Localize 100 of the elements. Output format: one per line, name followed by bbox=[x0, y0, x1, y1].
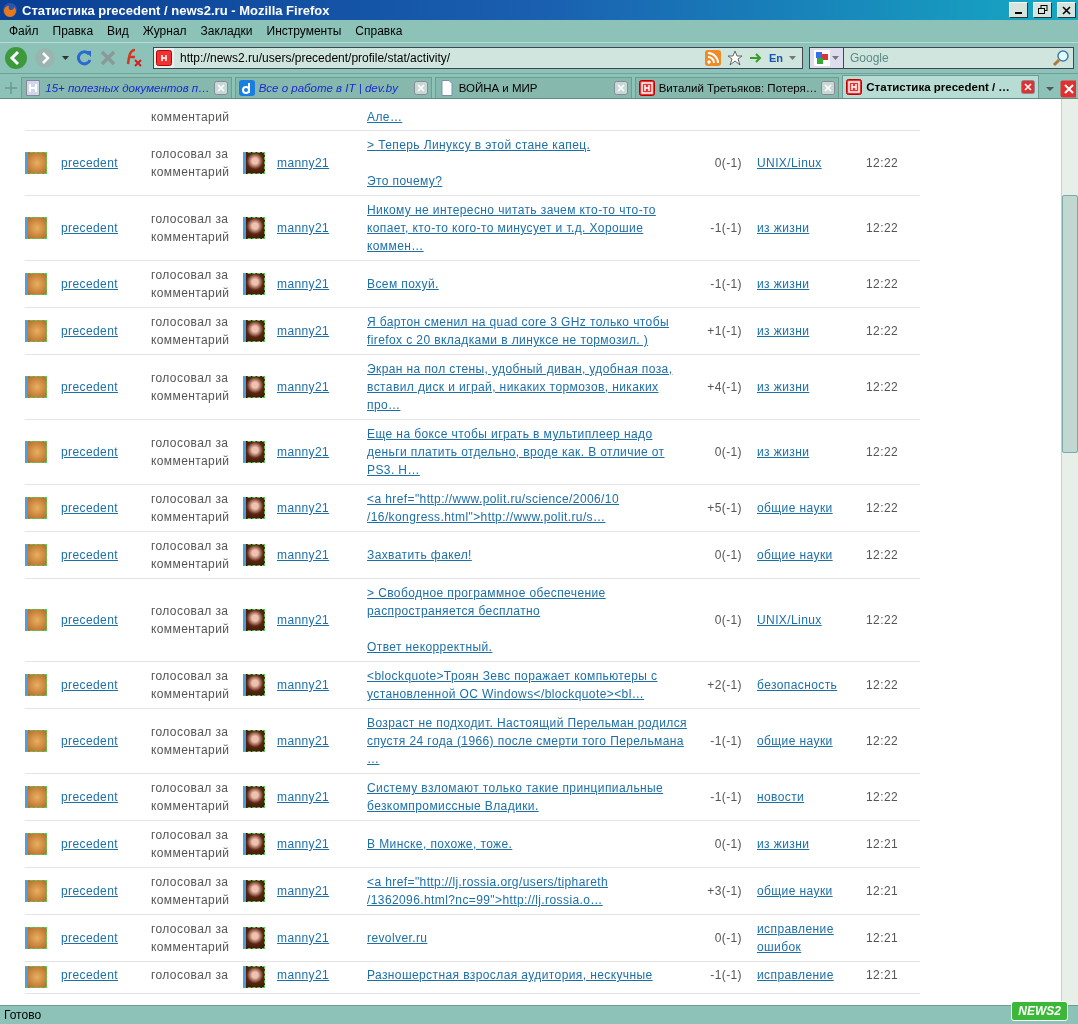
comment-link[interactable]: Я бартон сменил на quad core 3 GHz только чтобы firefox с 20 вкладками в линуксе не тормозил. ) bbox=[367, 313, 669, 349]
user-link[interactable]: manny21 bbox=[277, 931, 330, 945]
user-link[interactable]: precedent bbox=[61, 968, 118, 982]
user-link[interactable]: precedent bbox=[61, 837, 118, 851]
category-link[interactable]: исправление ошибок bbox=[757, 920, 834, 956]
user-link[interactable]: precedent bbox=[61, 613, 118, 627]
menu-item[interactable]: Журнал bbox=[135, 24, 194, 38]
user-link[interactable]: manny21 bbox=[277, 324, 330, 338]
browser-tab[interactable]: Все о работе в IT | dev.by bbox=[234, 77, 432, 98]
category-link[interactable]: безопасность bbox=[757, 676, 838, 694]
user-link[interactable]: manny21 bbox=[277, 678, 330, 692]
user-link[interactable]: manny21 bbox=[277, 380, 330, 394]
browser-tab[interactable]: Статистика precedent / … bbox=[842, 75, 1040, 98]
dropdown-icon[interactable] bbox=[789, 56, 796, 60]
comment-link[interactable]: Ответ некорректный. bbox=[367, 638, 493, 656]
user-link[interactable]: manny21 bbox=[277, 445, 330, 459]
close-tab-icon[interactable] bbox=[821, 81, 836, 95]
comment-link[interactable]: revolver.ru bbox=[367, 929, 428, 947]
user-link[interactable]: precedent bbox=[61, 734, 118, 748]
user-link[interactable]: manny21 bbox=[277, 221, 330, 235]
category-link[interactable]: общие науки bbox=[757, 546, 833, 564]
back-button[interactable] bbox=[4, 46, 28, 70]
category-link[interactable]: UNIX/Linux bbox=[757, 611, 822, 629]
search-field[interactable]: Google bbox=[843, 47, 1074, 69]
restore-button[interactable] bbox=[1033, 2, 1052, 18]
category-link[interactable]: общие науки bbox=[757, 882, 833, 900]
user-link[interactable]: manny21 bbox=[277, 548, 330, 562]
dropdown-icon[interactable] bbox=[62, 56, 69, 60]
comment-link[interactable]: Разношерстная взрослая аудитория, нескучные bbox=[367, 966, 653, 984]
search-engine-button[interactable] bbox=[809, 47, 843, 69]
user-link[interactable]: manny21 bbox=[277, 734, 330, 748]
menu-item[interactable]: Инструменты bbox=[259, 24, 349, 38]
menu-item[interactable]: Файл bbox=[2, 24, 46, 38]
comment-link[interactable]: Еще на боксе чтобы играть в мультиплеер надо деньги платить отдельно, вроде как. В отличие от PS3. Н… bbox=[367, 425, 665, 479]
user-link[interactable]: manny21 bbox=[277, 613, 330, 627]
browser-tab[interactable]: Виталий Третьяков: Потеря… bbox=[634, 77, 840, 98]
user-link[interactable]: precedent bbox=[61, 277, 118, 291]
arrow-icon[interactable] bbox=[748, 52, 763, 64]
user-link[interactable]: precedent bbox=[61, 156, 118, 170]
close-icon[interactable] bbox=[1059, 80, 1076, 98]
close-button[interactable] bbox=[1057, 2, 1076, 18]
category-link[interactable]: общие науки bbox=[757, 499, 833, 517]
category-link[interactable]: из жизни bbox=[757, 275, 810, 293]
category-link[interactable]: исправление bbox=[757, 966, 834, 984]
menu-item[interactable]: Правка bbox=[45, 24, 101, 38]
close-tab-icon[interactable] bbox=[213, 81, 228, 95]
comment-link[interactable]: Всем похуй. bbox=[367, 275, 439, 293]
category-link[interactable]: из жизни bbox=[757, 378, 810, 396]
user-link[interactable]: manny21 bbox=[277, 156, 330, 170]
close-tab-icon[interactable] bbox=[613, 81, 628, 95]
browser-tab[interactable]: ВОЙНА и МИР bbox=[434, 77, 632, 98]
star-icon[interactable] bbox=[726, 50, 743, 66]
menu-item[interactable]: Вид bbox=[100, 24, 136, 38]
comment-link[interactable]: Але… bbox=[367, 108, 403, 126]
comment-link[interactable]: > Теперь Линуксу в этой стане капец. bbox=[367, 136, 591, 154]
category-link[interactable]: из жизни bbox=[757, 443, 810, 461]
user-link[interactable]: manny21 bbox=[277, 884, 330, 898]
comment-link[interactable]: <a href="http://lj.rossia.org/users/tiphareth /1362096.html?nc=99">http://lj.rossia.o… bbox=[367, 873, 609, 909]
reload-button[interactable] bbox=[75, 49, 93, 67]
user-link[interactable]: precedent bbox=[61, 380, 118, 394]
user-link[interactable]: precedent bbox=[61, 221, 118, 235]
category-link[interactable]: UNIX/Linux bbox=[757, 154, 822, 172]
comment-link[interactable]: В Минске, похоже, тоже. bbox=[367, 835, 513, 853]
user-link[interactable]: manny21 bbox=[277, 968, 330, 982]
user-link[interactable]: precedent bbox=[61, 790, 118, 804]
minimize-button[interactable] bbox=[1009, 2, 1028, 18]
forward-button[interactable] bbox=[34, 47, 56, 69]
comment-link[interactable]: <blockquote>Троян Зевс поражает компьютеры с установленной ОС Windows</blockquote><bl… bbox=[367, 667, 658, 703]
browser-tab[interactable]: 15+ полезных документов п… bbox=[21, 77, 232, 98]
category-link[interactable]: общие науки bbox=[757, 732, 833, 750]
user-link[interactable]: precedent bbox=[61, 548, 118, 562]
scrollbar[interactable] bbox=[1061, 99, 1078, 1005]
close-tab-icon[interactable] bbox=[413, 81, 428, 95]
language-indicator[interactable]: En bbox=[768, 52, 783, 64]
menu-item[interactable]: Закладки bbox=[193, 24, 260, 38]
comment-link[interactable]: <a href="http://www.polit.ru/science/2006/10 /16/kongress.html">http://www.polit.ru/s… bbox=[367, 490, 619, 526]
menu-item[interactable]: Справка bbox=[348, 24, 410, 38]
comment-link[interactable]: Никому не интересно читать зачем кто-то что-то копает, кто-то кого-то минусует и т.д. Хорошие коммен… bbox=[367, 201, 656, 255]
category-link[interactable]: из жизни bbox=[757, 835, 810, 853]
user-link[interactable]: precedent bbox=[61, 445, 118, 459]
comment-link[interactable]: > Свободное программное обеспечение распространяется бесплатно bbox=[367, 584, 606, 620]
user-link[interactable]: precedent bbox=[61, 501, 118, 515]
category-link[interactable]: из жизни bbox=[757, 219, 810, 237]
search-icon[interactable] bbox=[1052, 49, 1070, 67]
address-field[interactable]: http://news2.ru/users/precedent/profile/stat/activity/ En bbox=[153, 47, 803, 69]
category-link[interactable]: из жизни bbox=[757, 322, 810, 340]
user-link[interactable]: manny21 bbox=[277, 790, 330, 804]
user-link[interactable]: precedent bbox=[61, 884, 118, 898]
comment-link[interactable]: Возраст не подходит. Настоящий Перельман родился спустя 24 года (1966) после смерти того Перельмана … bbox=[367, 714, 687, 768]
comment-link[interactable]: Систему взломают только такие принципиальные безкомпромиссные Владики. bbox=[367, 779, 664, 815]
close-tab-icon[interactable] bbox=[1021, 80, 1036, 94]
user-link[interactable]: manny21 bbox=[277, 837, 330, 851]
comment-link[interactable]: Это почему? bbox=[367, 172, 443, 190]
comment-link[interactable]: Экран на пол стены, удобный диван, удобная поза, вставил диск и играй, никаких тормозов, никаких про… bbox=[367, 360, 673, 414]
user-link[interactable]: precedent bbox=[61, 678, 118, 692]
rss-icon[interactable] bbox=[704, 50, 721, 66]
user-link[interactable]: precedent bbox=[61, 931, 118, 945]
comment-link[interactable]: Захватить факел! bbox=[367, 546, 472, 564]
user-link[interactable]: manny21 bbox=[277, 277, 330, 291]
user-link[interactable]: manny21 bbox=[277, 501, 330, 515]
